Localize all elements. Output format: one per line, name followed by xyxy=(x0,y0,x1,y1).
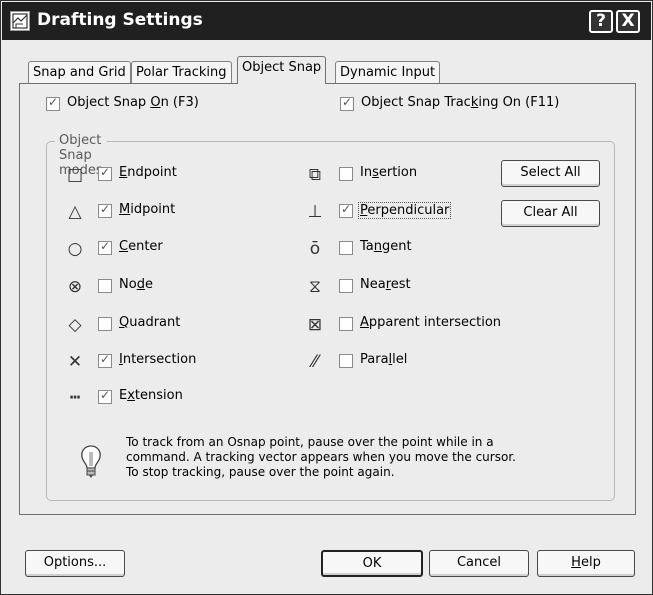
options-button[interactable]: Options... xyxy=(25,550,125,577)
midpoint-label[interactable]: Midpoint xyxy=(119,202,175,217)
nearest-checkbox[interactable] xyxy=(339,279,353,293)
tip-line: command. A tracking vector appears when … xyxy=(126,450,516,464)
tab-snap-and-grid[interactable]: Snap and Grid xyxy=(28,61,131,85)
tangent-label[interactable]: Tangent xyxy=(360,239,412,254)
quadrant-icon: ◇ xyxy=(68,315,82,335)
object-snap-on-checkbox[interactable] xyxy=(46,95,60,111)
object-snap-tracking-label[interactable]: Object Snap Tracking On (F11) xyxy=(361,95,559,110)
center-checkbox[interactable] xyxy=(98,239,112,255)
tip-line: To stop tracking, pause over the point a… xyxy=(126,465,395,479)
title-bar: Drafting Settings ? X xyxy=(2,2,651,40)
extension-checkbox[interactable] xyxy=(98,388,112,404)
midpoint-icon: △ xyxy=(68,202,82,222)
help-button[interactable]: Help xyxy=(537,550,635,577)
midpoint-checkbox[interactable] xyxy=(98,202,112,218)
tip-text: To track from an Osnap point, pause over… xyxy=(126,435,586,480)
endpoint-checkbox[interactable] xyxy=(98,165,112,181)
perpendicular-checkbox[interactable] xyxy=(339,202,353,218)
node-checkbox[interactable] xyxy=(98,279,112,293)
center-icon: ○ xyxy=(67,239,83,259)
object-snap-on-label[interactable]: Object Snap On (F3) xyxy=(67,95,199,110)
ok-button[interactable]: OK xyxy=(321,550,423,577)
parallel-label[interactable]: Parallel xyxy=(360,352,407,367)
nearest-icon: ⧖ xyxy=(309,277,321,297)
intersection-icon: ✕ xyxy=(67,352,83,372)
drafting-settings-dialog: Drafting Settings ? X Snap and Grid Pola… xyxy=(0,0,653,595)
insertion-icon: ⧉ xyxy=(308,165,322,185)
clear-all-button[interactable]: Clear All xyxy=(501,200,600,227)
apparent-intersection-checkbox[interactable] xyxy=(339,317,353,331)
cancel-button[interactable]: Cancel xyxy=(429,550,529,577)
window-title: Drafting Settings xyxy=(37,10,203,30)
parallel-icon: ⁄⁄ xyxy=(312,352,318,372)
endpoint-icon: □ xyxy=(66,165,84,185)
tangent-checkbox[interactable] xyxy=(339,241,353,255)
quadrant-checkbox[interactable] xyxy=(98,317,112,331)
close-button[interactable]: X xyxy=(616,10,640,33)
tab-polar-tracking[interactable]: Polar Tracking xyxy=(131,61,232,85)
insertion-checkbox[interactable] xyxy=(339,167,353,181)
object-snap-tracking-checkbox[interactable] xyxy=(340,95,354,111)
intersection-label[interactable]: Intersection xyxy=(119,352,196,367)
help-title-button[interactable]: ? xyxy=(589,10,613,33)
quadrant-label[interactable]: Quadrant xyxy=(119,315,180,330)
insertion-label[interactable]: Insertion xyxy=(360,165,417,180)
node-label[interactable]: Node xyxy=(119,277,153,292)
perpendicular-icon: ⊥ xyxy=(307,202,323,222)
node-icon: ⊗ xyxy=(67,277,83,297)
apparent-intersection-label[interactable]: Apparent intersection xyxy=(360,315,501,330)
perpendicular-label[interactable]: Perpendicular xyxy=(358,202,452,219)
parallel-checkbox[interactable] xyxy=(339,354,353,368)
endpoint-label[interactable]: Endpoint xyxy=(119,165,177,180)
tab-dynamic-input[interactable]: Dynamic Input xyxy=(335,61,441,85)
tangent-icon: ō xyxy=(309,239,321,259)
nearest-label[interactable]: Nearest xyxy=(360,277,411,292)
extension-label[interactable]: Extension xyxy=(119,388,183,403)
tab-object-snap[interactable]: Object Snap xyxy=(237,56,327,84)
select-all-button[interactable]: Select All xyxy=(501,160,600,187)
apparent-intersection-icon: ⊠ xyxy=(307,315,323,335)
lightbulb-icon xyxy=(79,444,103,480)
center-label[interactable]: Center xyxy=(119,239,163,254)
intersection-checkbox[interactable] xyxy=(98,352,112,368)
app-icon xyxy=(10,11,30,31)
extension-icon: ┅ xyxy=(69,388,81,408)
tip-line: To track from an Osnap point, pause over… xyxy=(126,435,494,449)
